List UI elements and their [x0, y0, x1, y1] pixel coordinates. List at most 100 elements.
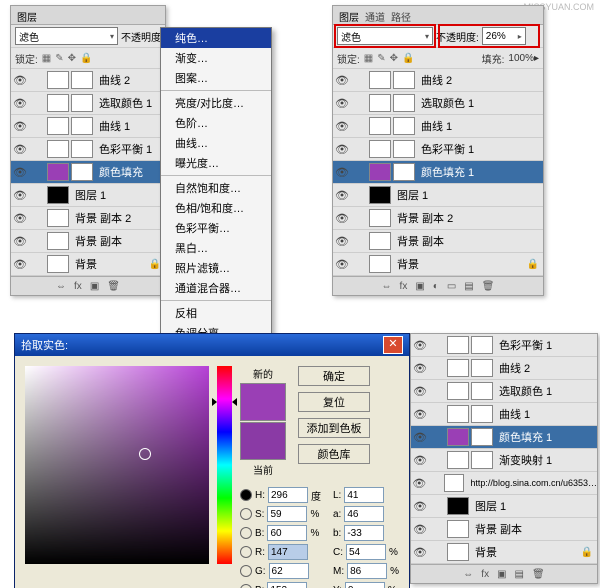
layer-thumb[interactable] — [47, 163, 69, 181]
visibility-icon[interactable]: 👁 — [411, 477, 428, 490]
layer-name[interactable]: 背景 副本 2 — [71, 210, 131, 226]
layer-row[interactable]: 👁 颜色填充 1 — [411, 426, 597, 449]
close-button[interactable]: ✕ — [383, 336, 403, 354]
layer-row[interactable]: 👁 色彩平衡 1 — [333, 138, 543, 161]
layer-name[interactable]: 色彩平衡 1 — [95, 141, 152, 157]
visibility-icon[interactable]: 👁 — [411, 523, 429, 536]
layer-row[interactable]: 👁 图层 1 — [411, 495, 597, 518]
input-y[interactable] — [345, 582, 385, 588]
trash-icon[interactable]: 🗑 — [107, 281, 120, 292]
layer-row[interactable]: 👁 曲线 2 — [11, 69, 165, 92]
mask-icon[interactable]: ▣ — [497, 569, 506, 580]
input-g[interactable] — [269, 563, 309, 579]
layer-name[interactable]: 曲线 2 — [95, 72, 130, 88]
lock-transparency-icon[interactable]: ▦ — [42, 53, 51, 64]
input-s[interactable] — [267, 506, 307, 522]
layer-row[interactable]: 👁 背景🔒 — [333, 253, 543, 276]
tab-layers[interactable]: 图层 — [17, 6, 37, 24]
layer-row[interactable]: 👁 曲线 2 — [333, 69, 543, 92]
layer-thumb[interactable] — [447, 520, 469, 538]
layer-thumb[interactable] — [47, 94, 69, 112]
menu-item[interactable]: 纯色… — [161, 28, 271, 48]
lock-paint-icon[interactable]: ✎ — [55, 53, 63, 64]
new-layer-icon[interactable]: ▤ — [464, 281, 473, 292]
mask-thumb[interactable] — [393, 163, 415, 181]
layer-row[interactable]: 👁 选取颜色 1 — [411, 380, 597, 403]
layer-name[interactable]: 图层 1 — [393, 187, 428, 203]
blend-mode-select[interactable]: 滤色▾ — [337, 27, 433, 45]
lock-paint-icon[interactable]: ✎ — [377, 53, 385, 64]
layer-thumb[interactable] — [447, 359, 469, 377]
add-swatches-button[interactable]: 添加到色板 — [298, 418, 370, 438]
ok-button[interactable]: 确定 — [298, 366, 370, 386]
layer-name[interactable]: 选取颜色 1 — [417, 95, 474, 111]
layer-name[interactable]: 曲线 2 — [417, 72, 452, 88]
menu-item[interactable]: 色彩平衡… — [161, 218, 271, 238]
layer-row[interactable]: 👁 背景🔒 — [411, 541, 597, 564]
visibility-icon[interactable]: 👁 — [411, 408, 429, 421]
layer-row[interactable]: 👁 图层 1 — [333, 184, 543, 207]
layer-thumb[interactable] — [447, 543, 469, 561]
lock-transparency-icon[interactable]: ▦ — [364, 53, 373, 64]
visibility-icon[interactable]: 👁 — [411, 339, 429, 352]
cancel-button[interactable]: 复位 — [298, 392, 370, 412]
trash-icon[interactable]: 🗑 — [532, 569, 545, 580]
radio-bb[interactable] — [240, 584, 252, 588]
layer-row[interactable]: 👁 曲线 2 — [411, 357, 597, 380]
opacity-input[interactable]: 26%▸ — [482, 27, 526, 45]
hue-slider[interactable] — [217, 366, 232, 564]
layer-thumb[interactable] — [47, 71, 69, 89]
radio-r[interactable] — [240, 546, 252, 558]
radio-s[interactable] — [240, 508, 252, 520]
radio-h[interactable] — [240, 489, 252, 501]
layer-name[interactable]: 背景 — [71, 256, 97, 272]
layer-row[interactable]: 👁 颜色填充 — [11, 161, 165, 184]
mask-thumb[interactable] — [71, 163, 93, 181]
layer-thumb[interactable] — [369, 94, 391, 112]
mask-thumb[interactable] — [471, 382, 493, 400]
layer-row[interactable]: 👁 选取颜色 1 — [11, 92, 165, 115]
hue-cursor[interactable] — [212, 398, 237, 406]
menu-item[interactable]: 照片滤镜… — [161, 258, 271, 278]
menu-item[interactable]: 通道混合器… — [161, 278, 271, 298]
layer-thumb[interactable] — [447, 497, 469, 515]
visibility-icon[interactable]: 👁 — [333, 212, 351, 225]
menu-item[interactable]: 色相/饱和度… — [161, 198, 271, 218]
layer-thumb[interactable] — [369, 255, 391, 273]
layer-name[interactable]: 背景 副本 2 — [393, 210, 453, 226]
layer-name[interactable]: 曲线 1 — [417, 118, 452, 134]
menu-item[interactable]: 图案… — [161, 68, 271, 88]
layer-thumb[interactable] — [47, 186, 69, 204]
visibility-icon[interactable]: 👁 — [11, 143, 29, 156]
visibility-icon[interactable]: 👁 — [333, 166, 351, 179]
layer-name[interactable]: 曲线 1 — [495, 406, 530, 422]
mask-thumb[interactable] — [71, 117, 93, 135]
layer-name[interactable]: 背景 副本 — [71, 233, 122, 249]
layer-name[interactable]: 背景 — [471, 544, 497, 560]
menu-item[interactable]: 自然饱和度… — [161, 178, 271, 198]
lock-all-icon[interactable]: 🔒 — [402, 53, 414, 64]
new-adjustment-icon[interactable]: ◐ — [433, 281, 439, 292]
visibility-icon[interactable]: 👁 — [411, 385, 429, 398]
layer-name[interactable]: 色彩平衡 1 — [495, 337, 552, 353]
visibility-icon[interactable]: 👁 — [333, 97, 351, 110]
menu-item[interactable]: 曲线… — [161, 133, 271, 153]
visibility-icon[interactable]: 👁 — [333, 189, 351, 202]
new-layer-icon[interactable]: ▤ — [515, 569, 524, 580]
layer-thumb[interactable] — [369, 71, 391, 89]
lock-all-icon[interactable]: 🔒 — [80, 53, 92, 64]
layer-row[interactable]: 👁 选取颜色 1 — [333, 92, 543, 115]
mask-thumb[interactable] — [393, 140, 415, 158]
layer-row[interactable]: 👁 背景 副本 — [333, 230, 543, 253]
mask-thumb[interactable] — [471, 359, 493, 377]
layer-name[interactable]: 图层 1 — [71, 187, 106, 203]
visibility-icon[interactable]: 👁 — [11, 258, 29, 271]
visibility-icon[interactable]: 👁 — [333, 143, 351, 156]
layer-thumb[interactable] — [47, 140, 69, 158]
layer-row[interactable]: 👁 曲线 1 — [411, 403, 597, 426]
input-b[interactable] — [267, 525, 307, 541]
menu-item[interactable]: 亮度/对比度… — [161, 93, 271, 113]
layer-style-icon[interactable]: fx — [74, 281, 82, 292]
radio-b[interactable] — [240, 527, 252, 539]
layer-name[interactable]: 背景 — [393, 256, 419, 272]
